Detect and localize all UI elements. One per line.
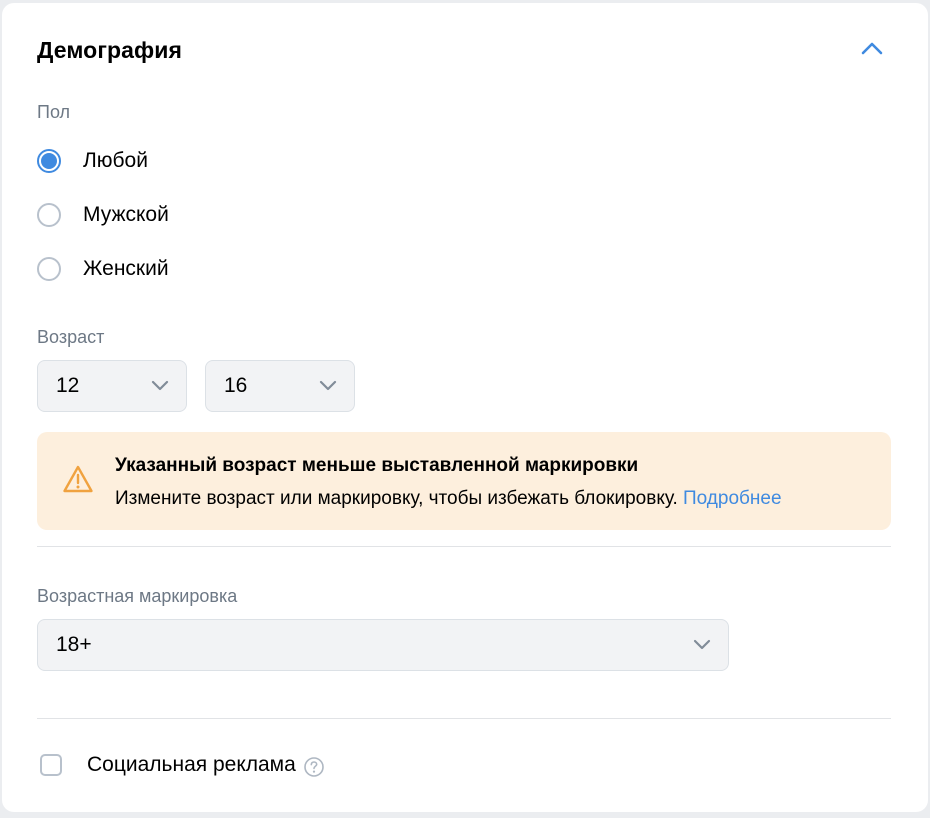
radio-label: Мужской	[83, 203, 169, 226]
age-to-value: 16	[224, 374, 248, 397]
warning-title: Указанный возраст меньше выставленной ма…	[115, 455, 639, 476]
radio-button[interactable]	[37, 203, 61, 227]
age-rating-label: Возрастная маркировка	[37, 586, 238, 606]
social-ad-checkbox[interactable]	[40, 754, 62, 776]
social-ad-option[interactable]: Социальная реклама	[40, 752, 325, 778]
age-rating-value: 18+	[56, 633, 92, 656]
radio-button[interactable]	[37, 149, 61, 173]
warning-triangle-icon	[63, 465, 93, 493]
gender-option-any[interactable]: Любой	[37, 146, 148, 176]
collapse-button[interactable]	[854, 33, 890, 63]
age-from-value: 12	[56, 374, 80, 397]
age-to-select[interactable]: 16	[205, 360, 355, 412]
divider	[37, 718, 891, 719]
age-from-select[interactable]: 12	[37, 360, 187, 412]
section-title: Демография	[37, 37, 183, 63]
radio-label: Любой	[83, 149, 148, 172]
warning-text-line: Измените возраст или маркировку, чтобы и…	[115, 488, 782, 510]
question-circle-icon[interactable]	[303, 756, 325, 778]
learn-more-link[interactable]: Подробнее	[683, 488, 782, 509]
warning-text: Измените возраст или маркировку, чтобы и…	[115, 488, 678, 509]
divider	[37, 546, 891, 547]
gender-option-female[interactable]: Женский	[37, 254, 169, 284]
social-ad-label: Социальная реклама	[87, 753, 296, 776]
age-label: Возраст	[37, 327, 105, 347]
radio-button[interactable]	[37, 257, 61, 281]
chevron-down-icon	[151, 380, 169, 391]
radio-label: Женский	[83, 257, 169, 280]
chevron-down-icon	[693, 639, 711, 650]
age-warning-banner: Указанный возраст меньше выставленной ма…	[37, 432, 891, 530]
age-rating-select[interactable]: 18+	[37, 619, 729, 671]
gender-option-male[interactable]: Мужской	[37, 200, 169, 230]
chevron-down-icon	[319, 380, 337, 391]
gender-label: Пол	[37, 102, 71, 122]
chevron-up-icon	[861, 42, 883, 55]
demography-card: Демография Пол Любой Мужской Женский Воз…	[2, 3, 928, 812]
